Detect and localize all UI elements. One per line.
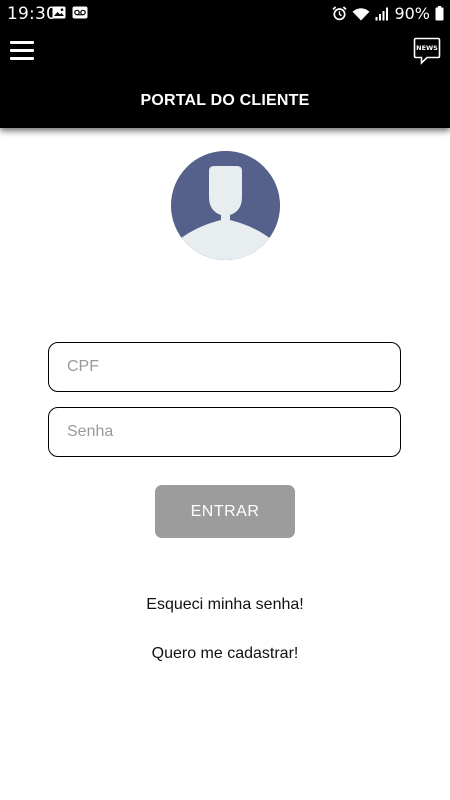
image-icon: [52, 6, 66, 19]
user-avatar-icon: [171, 151, 280, 260]
news-icon-text: NEWS: [416, 44, 438, 52]
status-bar: 19:30 90%: [0, 0, 450, 28]
voicemail-icon: [72, 6, 88, 19]
status-notification-icons: [52, 6, 88, 19]
wifi-icon: [352, 7, 370, 20]
page-title: PORTAL DO CLIENTE: [140, 92, 310, 109]
hamburger-menu-icon[interactable]: [10, 41, 34, 61]
cpf-input[interactable]: [48, 342, 401, 392]
news-icon[interactable]: NEWS: [413, 37, 441, 65]
status-system-icons: 90%: [332, 4, 444, 23]
battery-percentage: 90%: [394, 4, 430, 23]
password-input[interactable]: [48, 407, 401, 457]
app-bar: NEWS PORTAL DO CLIENTE: [0, 28, 450, 128]
status-time: 19:30: [7, 4, 57, 24]
forgot-password-link[interactable]: Esqueci minha senha!: [0, 596, 450, 614]
user-avatar: [171, 151, 280, 260]
register-link[interactable]: Quero me cadastrar!: [0, 645, 450, 663]
alarm-icon: [332, 6, 348, 21]
signal-icon: [375, 7, 389, 20]
login-button[interactable]: ENTRAR: [155, 485, 295, 538]
battery-icon: [435, 6, 444, 21]
